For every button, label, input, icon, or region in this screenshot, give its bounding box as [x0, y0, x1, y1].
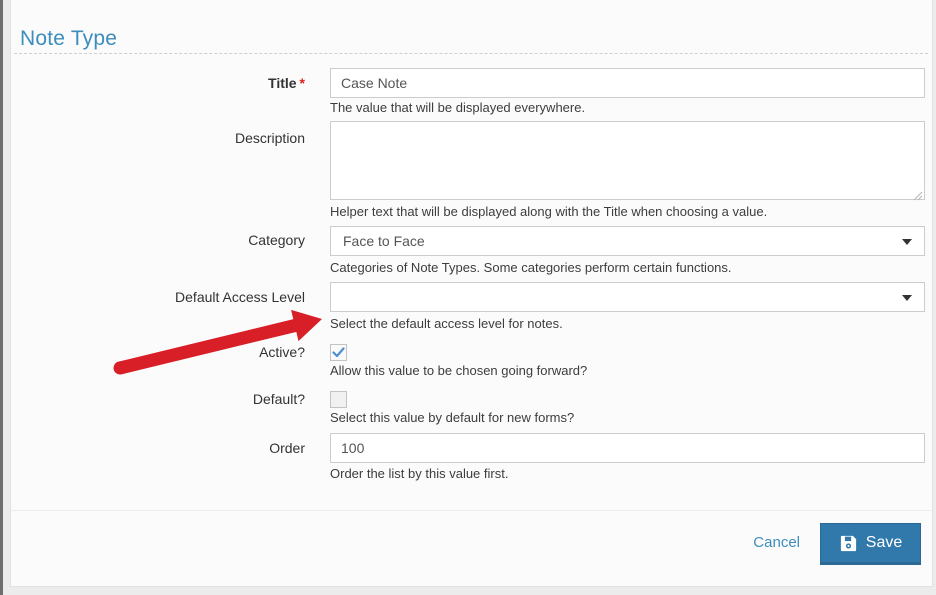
title-label: Title*: [14, 75, 305, 91]
default-helper-text: Select this value by default for new for…: [330, 410, 930, 425]
active-label: Active?: [14, 344, 305, 360]
note-type-form-panel: Note Type Title* The value that will be …: [10, 0, 933, 587]
default-checkbox[interactable]: [330, 391, 347, 408]
cancel-button[interactable]: Cancel: [753, 534, 800, 551]
title-field-wrap: [330, 68, 925, 98]
default-access-level-helper-text: Select the default access level for note…: [330, 316, 930, 331]
window-edge: [0, 0, 3, 595]
active-checkbox[interactable]: [330, 344, 347, 361]
description-textarea[interactable]: [330, 121, 925, 200]
save-floppy-icon: [839, 534, 858, 553]
default-label: Default?: [14, 391, 305, 407]
save-button[interactable]: Save: [820, 523, 921, 565]
default-access-level-select[interactable]: [330, 282, 925, 312]
form-footer: Cancel Save: [11, 510, 932, 586]
description-label: Description: [14, 130, 305, 146]
category-select-value: Face to Face: [343, 233, 425, 249]
description-helper-text: Helper text that will be displayed along…: [330, 204, 930, 219]
active-helper-text: Allow this value to be chosen going forw…: [330, 363, 930, 378]
resize-grip-icon[interactable]: [913, 188, 923, 198]
title-divider: [14, 53, 928, 54]
order-helper-text: Order the list by this value first.: [330, 466, 930, 481]
title-helper-text: The value that will be displayed everywh…: [330, 100, 930, 115]
order-field-wrap: [330, 433, 925, 463]
category-field-wrap: Face to Face: [330, 226, 925, 256]
caret-down-icon: [902, 295, 912, 301]
description-field-wrap: [330, 121, 925, 200]
default-access-level-label: Default Access Level: [14, 289, 305, 305]
checkmark-icon: [332, 347, 345, 358]
page-title: Note Type: [20, 27, 117, 51]
order-input[interactable]: [330, 433, 925, 463]
default-access-level-field-wrap: [330, 282, 925, 312]
caret-down-icon: [902, 239, 912, 245]
category-select[interactable]: Face to Face: [330, 226, 925, 256]
required-marker: *: [300, 75, 305, 91]
title-input[interactable]: [330, 68, 925, 98]
category-helper-text: Categories of Note Types. Some categorie…: [330, 260, 930, 275]
category-label: Category: [14, 232, 305, 248]
save-button-label: Save: [866, 534, 902, 552]
order-label: Order: [14, 440, 305, 456]
